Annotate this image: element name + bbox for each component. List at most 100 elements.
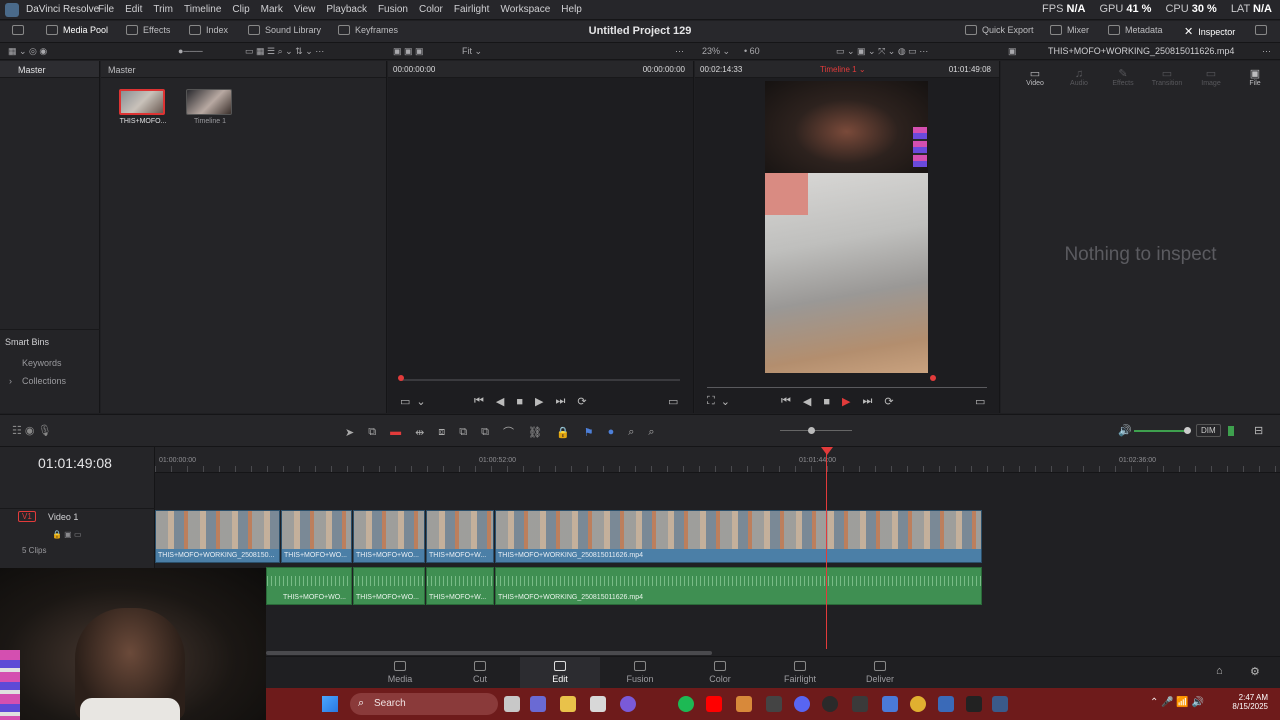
menu-trim[interactable]: Trim (153, 4, 173, 15)
tab-file[interactable]: ▣ File (1233, 67, 1277, 87)
menu-help[interactable]: Help (561, 4, 582, 15)
audio-clip[interactable]: THIS+MOFO+WORKING_250815011626.mp4 (495, 567, 982, 605)
page-edit[interactable]: Edit (520, 657, 600, 689)
taskbar-search[interactable]: ⌕ Search (350, 693, 498, 715)
source-match-frame-icon[interactable]: ▭ (668, 395, 678, 408)
menu-color[interactable]: Color (419, 4, 443, 15)
teams-icon[interactable] (530, 696, 546, 712)
dim-button[interactable]: DIM (1196, 424, 1221, 437)
timeline-view-options[interactable]: ⛶ ⌄ (707, 395, 730, 408)
fairlight-mixer-icon[interactable]: ⊟ (1254, 424, 1263, 437)
thumbnail-size-slider[interactable]: ●─── (178, 46, 203, 56)
loop-icon[interactable]: ⟳ (884, 395, 893, 408)
layout-toggle-button[interactable] (12, 25, 24, 35)
play-icon[interactable]: ▶ (535, 395, 543, 408)
steam-icon[interactable] (822, 696, 838, 712)
menu-clip[interactable]: Clip (232, 4, 249, 15)
copilot-icon[interactable] (620, 696, 636, 712)
timeline-ruler[interactable]: 01:00:00:00 01:00:52:00 01:01:44:00 01:0… (155, 447, 1280, 473)
stop-icon[interactable]: ■ (516, 396, 523, 408)
inspector-button[interactable]: ✕ Inspector (1184, 25, 1235, 38)
volume-slider[interactable] (1134, 430, 1186, 432)
track-v1-name[interactable]: Video 1 (48, 512, 78, 522)
tab-effects[interactable]: ✎ Effects (1101, 67, 1145, 87)
chevron-right-icon[interactable]: › (9, 376, 12, 386)
app-icon[interactable] (938, 696, 954, 712)
menu-playback[interactable]: Playback (326, 4, 367, 15)
snapping-icon[interactable]: ⌒ (503, 424, 514, 440)
timeline-scrollbar[interactable] (266, 651, 712, 655)
page-deliver[interactable]: Deliver (840, 657, 920, 689)
page-color[interactable]: Color (680, 657, 760, 689)
speaker-icon[interactable]: 🔊 (1118, 424, 1132, 437)
volume-slider-handle[interactable] (1184, 427, 1191, 434)
zoom-full-icon[interactable]: ⌕ (628, 426, 634, 439)
playhead-handle[interactable] (821, 447, 833, 455)
menu-view[interactable]: View (294, 4, 316, 15)
chrome-icon[interactable] (910, 696, 926, 712)
timeline-playhead-marker[interactable] (930, 375, 936, 381)
page-fairlight[interactable]: Fairlight (760, 657, 840, 689)
trim-tool-icon[interactable]: ⧉ (368, 426, 376, 439)
menu-timeline[interactable]: Timeline (184, 4, 221, 15)
viewer-tools-icons[interactable]: ▭ ⌄ ▣ ⌄ ⤧ ⌄ ◍ ▭ ⋯ (836, 46, 928, 57)
source-playhead-marker[interactable] (398, 375, 404, 381)
app-icon[interactable] (736, 696, 752, 712)
audio-clip[interactable]: THIS+MOFO+WO... (353, 567, 425, 605)
store-icon[interactable] (590, 696, 606, 712)
track-v1-tag[interactable]: V1 (18, 511, 36, 522)
metadata-button[interactable]: Metadata (1108, 25, 1163, 35)
track-v1-controls[interactable]: 🔒 ▣ ▭ (52, 530, 82, 539)
menu-mark[interactable]: Mark (261, 4, 283, 15)
link-icon[interactable]: ⛓ (528, 426, 542, 439)
davinci-resolve-taskbar-icon[interactable] (992, 696, 1008, 712)
lock-icon[interactable]: 🔒 (556, 426, 570, 439)
selection-tool-icon[interactable]: ➤ (345, 426, 354, 439)
dynamic-trim-icon[interactable]: ⇹ (415, 426, 424, 439)
go-to-start-icon[interactable]: ⏮ (474, 395, 484, 408)
source-options-icon[interactable]: ⋯ (675, 46, 684, 57)
menu-edit[interactable]: Edit (125, 4, 142, 15)
spotify-icon[interactable] (678, 696, 694, 712)
tab-audio[interactable]: ♫ Audio (1057, 68, 1101, 87)
app-icon[interactable] (966, 696, 982, 712)
timeline-match-frame-icon[interactable]: ▭ (975, 395, 985, 408)
tab-transition[interactable]: ▭ Transition (1145, 67, 1189, 87)
media-pool-button[interactable]: Media Pool (46, 25, 108, 35)
bin-list-toggle-icon[interactable]: ▦ ⌄ ◎ ◉ (8, 46, 47, 57)
video-clip[interactable]: THIS+MOFO+WORKING_250815011626.mp4 (495, 510, 982, 563)
timeline-name-dropdown[interactable]: Timeline 1 ⌄ (820, 65, 866, 74)
page-cut[interactable]: Cut (440, 657, 520, 689)
quick-export-button[interactable]: Quick Export (965, 25, 1034, 35)
video-clip[interactable]: THIS+MOFO+WO... (353, 510, 425, 563)
index-button[interactable]: Index (189, 25, 228, 35)
inspector-options-icon[interactable]: ⋯ (1262, 46, 1271, 57)
page-fusion[interactable]: Fusion (600, 657, 680, 689)
insert-clip-icon[interactable]: ⧈ (438, 426, 445, 439)
file-explorer-icon[interactable] (560, 696, 576, 712)
master-bin[interactable]: Master (0, 61, 99, 78)
page-media[interactable]: Media (360, 657, 440, 689)
viewer-layout-icons[interactable]: ▣ ▣ ▣ (393, 46, 424, 57)
blade-tool-icon[interactable]: ▬ (390, 426, 401, 438)
app-icon[interactable] (852, 696, 868, 712)
effects-button[interactable]: Effects (126, 25, 170, 35)
play-reverse-icon[interactable]: ◀ (803, 395, 811, 408)
play-icon[interactable]: ▶ (842, 395, 850, 408)
timeline-zoom-slider[interactable] (780, 430, 852, 431)
go-to-end-icon[interactable]: ⏭ (556, 395, 566, 408)
tab-image[interactable]: ▭ Image (1189, 67, 1233, 87)
media-item-clip[interactable]: THIS+MOFO... (119, 89, 167, 125)
app-icon[interactable] (766, 696, 782, 712)
video-clip[interactable]: THIS+MOFO+W... (426, 510, 494, 563)
home-icon[interactable]: ⌂ (1216, 665, 1223, 677)
menu-file[interactable]: File (98, 4, 114, 15)
menu-workspace[interactable]: Workspace (500, 4, 550, 15)
flag-icon[interactable]: ⚑ (584, 426, 594, 439)
menu-fairlight[interactable]: Fairlight (454, 4, 490, 15)
sound-library-button[interactable]: Sound Library (248, 25, 321, 35)
zoom-slider-handle[interactable] (808, 427, 815, 434)
expand-button[interactable] (1255, 25, 1267, 35)
audio-clip[interactable]: THIS+MOFO+W... (426, 567, 494, 605)
playhead[interactable] (826, 449, 827, 649)
